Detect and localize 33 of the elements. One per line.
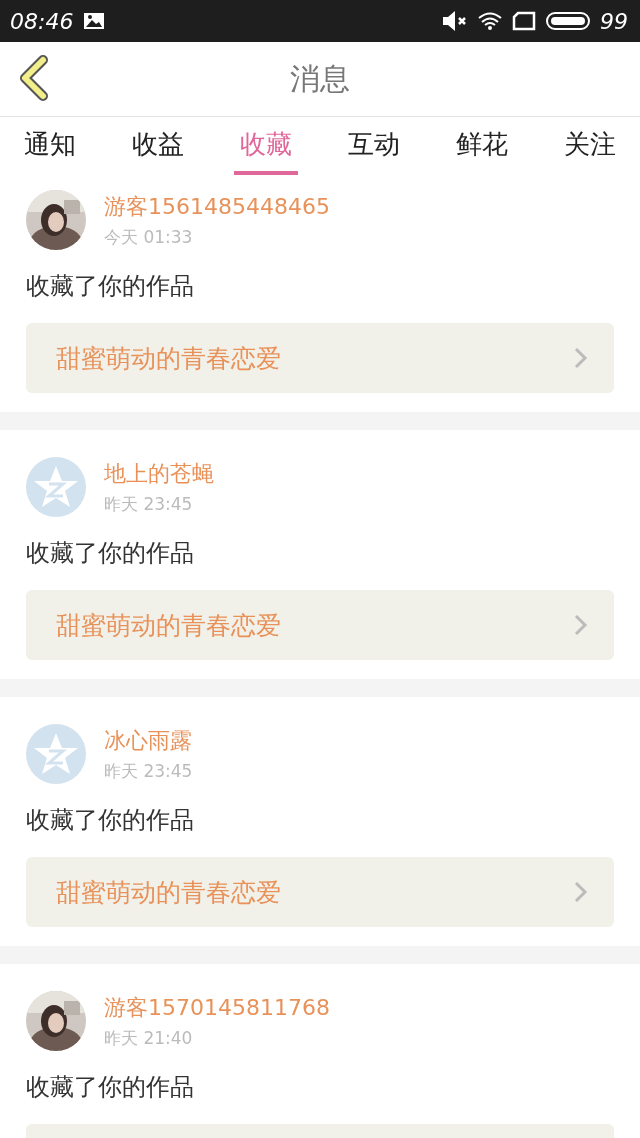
user-name[interactable]: 冰心雨露 [104,725,193,756]
message-text: 收藏了你的作品 [26,805,195,836]
chevron-right-icon [574,881,588,903]
image-icon [83,12,106,30]
message-text: 收藏了你的作品 [26,538,195,569]
tab[interactable]: 关注 [558,117,622,175]
default-avatar-icon [26,724,86,784]
chevron-right-icon [574,347,588,369]
mute-icon [442,11,468,31]
message-text: 收藏了你的作品 [26,1072,195,1103]
sim-card-icon [512,11,536,31]
battery-icon [546,12,590,30]
battery-level: 99 [600,8,628,34]
work-link[interactable]: 甜蜜萌动的青春恋爱 [26,590,614,660]
chevron-right-icon [574,614,588,636]
wifi-icon [478,12,502,30]
user-name[interactable]: 地上的苍蝇 [104,458,214,489]
status-time: 08:46 [10,8,74,34]
tab[interactable]: 收益 [126,117,190,175]
tab[interactable]: 鲜花 [450,117,514,175]
work-link[interactable]: 甜蜜萌动的青春恋爱 [26,323,614,393]
page-title: 消息 [290,59,350,98]
message-time: 昨天 23:45 [104,492,194,516]
tab[interactable]: 互动 [342,117,406,175]
user-name[interactable]: 游客1561485448465 [104,191,330,222]
work-link[interactable]: 甜蜜萌动的青春恋爱 [26,857,614,927]
user-name[interactable]: 游客1570145811768 [104,992,330,1023]
default-avatar-icon [26,457,86,517]
message-time: 昨天 21:40 [104,1026,194,1050]
message-text: 收藏了你的作品 [26,271,195,302]
message-time: 今天 01:33 [104,225,194,249]
tab[interactable]: 通知 [18,117,82,175]
message-time: 昨天 23:45 [104,759,193,783]
